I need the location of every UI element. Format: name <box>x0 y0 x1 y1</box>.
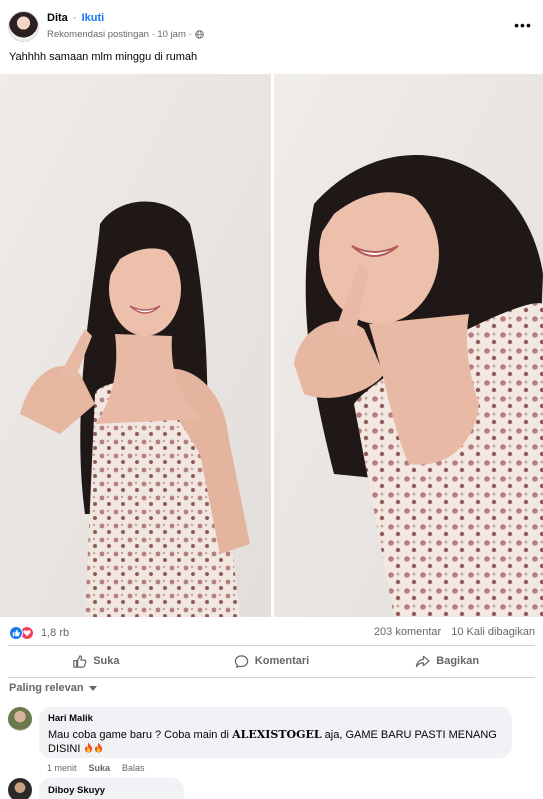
divider-bottom <box>8 677 535 678</box>
post-photo-right[interactable] <box>274 74 543 617</box>
caret-down-icon <box>88 685 97 691</box>
comment-text-before: Mau coba game baru ? Coba main di <box>48 729 233 741</box>
author-line: Dita · Ikuti <box>47 12 104 24</box>
post-header: Dita · Ikuti Rekomendasi postingan · 10 … <box>0 0 543 46</box>
speech-bubble-icon <box>234 654 248 668</box>
share-button[interactable]: Bagikan <box>359 647 535 675</box>
commenter-name[interactable]: Hari Malik <box>48 713 503 724</box>
fire-emoji-icon <box>85 742 93 753</box>
comment-brand: ALEXISTOGEL <box>232 728 322 741</box>
post-stats: 1,8 rb 203 komentar 10 Kali dibagikan <box>0 620 543 644</box>
reaction-icons[interactable] <box>9 626 34 640</box>
author-avatar[interactable] <box>8 11 39 42</box>
author-name[interactable]: Dita <box>47 12 68 24</box>
commenter-name[interactable]: Diboy Skuyy <box>48 785 175 796</box>
follow-button[interactable]: Ikuti <box>82 12 105 24</box>
sort-label: Paling relevan <box>9 682 84 694</box>
thumbs-up-icon <box>9 626 23 640</box>
photo-right-image <box>274 74 543 617</box>
comment-bubble: Diboy Skuyy <box>39 778 184 799</box>
comment-bubble: Hari Malik Mau coba game baru ? Coba mai… <box>39 707 512 758</box>
post-meta-text: Rekomendasi postingan · 10 jam · <box>47 29 192 40</box>
separator-dot: · <box>72 12 77 24</box>
commenter-avatar[interactable] <box>8 778 32 799</box>
like-button[interactable]: Suka <box>8 647 184 675</box>
globe-icon <box>194 30 204 39</box>
comment-text: Mau coba game baru ? Coba main di ALEXIS… <box>48 728 503 756</box>
post-photo-left[interactable] <box>0 74 271 617</box>
more-options-button[interactable]: ••• <box>513 15 533 35</box>
reaction-count[interactable]: 1,8 rb <box>41 627 69 639</box>
engagement-counts: 203 komentar 10 Kali dibagikan <box>374 626 535 638</box>
comment-sort-dropdown[interactable]: Paling relevan <box>9 682 97 694</box>
photo-left-image <box>0 74 271 617</box>
fire-emoji-icon <box>95 742 103 753</box>
comment-actions: 1 menit Suka Balas <box>47 763 145 773</box>
action-bar: Suka Komentari Bagikan <box>8 647 535 675</box>
share-arrow-icon <box>416 655 430 667</box>
share-count[interactable]: 10 Kali dibagikan <box>451 626 535 638</box>
comment-reply-button[interactable]: Balas <box>122 763 145 773</box>
comment-like-button[interactable]: Suka <box>89 763 111 773</box>
comment-item: Hari Malik Mau coba game baru ? Coba mai… <box>8 707 528 777</box>
comment-label: Komentari <box>254 655 310 667</box>
comment-item: Diboy Skuyy <box>8 778 208 799</box>
more-options-icon: ••• <box>514 17 532 33</box>
divider-top <box>8 645 535 646</box>
post-text: Yahhhh samaan mlm minggu di rumah <box>9 51 198 63</box>
thumbs-up-icon <box>73 654 87 668</box>
share-label: Bagikan <box>436 655 480 667</box>
comment-button[interactable]: Komentari <box>184 647 360 675</box>
comment-count[interactable]: 203 komentar <box>374 626 441 638</box>
like-label: Suka <box>93 655 120 667</box>
post-meta: Rekomendasi postingan · 10 jam · <box>47 29 204 40</box>
commenter-avatar[interactable] <box>8 707 32 731</box>
comment-time[interactable]: 1 menit <box>47 763 77 773</box>
